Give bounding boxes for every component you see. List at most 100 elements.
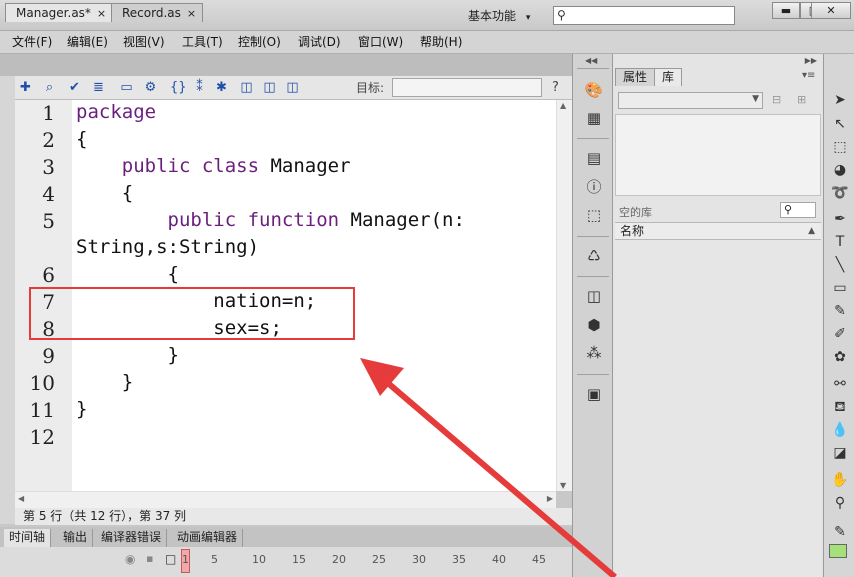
tab-record[interactable]: Record.as ×	[111, 3, 204, 22]
eye-icon[interactable]: ◉	[125, 552, 135, 566]
menu-edit[interactable]: 编辑(E)	[67, 34, 108, 51]
find-icon[interactable]: ⌕	[42, 80, 57, 95]
pin-library-icon[interactable]: ⊟	[772, 93, 781, 106]
paint-bucket-tool-icon[interactable]: ⛾	[830, 397, 850, 417]
menu-debug[interactable]: 调试(D)	[298, 34, 341, 51]
subselection-tool-icon[interactable]: ↖	[830, 114, 850, 134]
brush-tool-icon[interactable]: ✐	[830, 324, 850, 344]
free-transform-tool-icon[interactable]: ⬚	[830, 137, 850, 157]
collapse-between-braces-icon[interactable]: {}	[170, 80, 187, 95]
code-text: Manager(n:	[339, 209, 465, 231]
sort-icon[interactable]: ▲	[808, 223, 815, 240]
menu-window[interactable]: 窗口(W)	[358, 34, 403, 51]
frame-tick: 5	[211, 553, 218, 566]
info-icon[interactable]: ⓘ	[584, 177, 604, 197]
document-tabs	[0, 54, 572, 76]
menu-help[interactable]: 帮助(H)	[420, 34, 462, 51]
apply-block-comment-icon[interactable]: ◫	[239, 80, 254, 95]
lasso-tool-icon[interactable]: ➰	[830, 183, 850, 203]
remove-comment-icon[interactable]: ◫	[285, 80, 300, 95]
workspace-label: 基本功能	[468, 9, 517, 23]
apply-line-comment-icon[interactable]: ◫	[262, 80, 277, 95]
collapse-selection-icon[interactable]: ⁑	[192, 80, 207, 95]
bone-tool-icon[interactable]: ⚯	[830, 374, 850, 394]
3d-rotation-tool-icon[interactable]: ◕	[830, 160, 850, 180]
frame-tick: 45	[532, 553, 546, 566]
code-snippets-icon[interactable]: ♺	[584, 246, 604, 266]
swatches-icon[interactable]: ▦	[584, 108, 604, 128]
add-statement-icon[interactable]: ✚	[18, 80, 33, 95]
zoom-tool-icon[interactable]: ⚲	[830, 493, 850, 513]
search-input[interactable]: ⚲	[553, 6, 735, 25]
menu-view[interactable]: 视图(V)	[123, 34, 165, 51]
color-icon[interactable]: 🎨	[584, 80, 604, 100]
library-document-select[interactable]: ▼	[618, 92, 763, 109]
code-line: String,s:String)	[76, 236, 259, 258]
line-tool-icon[interactable]: ╲	[830, 255, 850, 275]
components-icon[interactable]: ◫	[584, 286, 604, 306]
pen-tool-icon[interactable]: ✒	[830, 209, 850, 229]
menu-control[interactable]: 控制(O)	[238, 34, 281, 51]
eyedropper-tool-icon[interactable]: 💧	[830, 420, 850, 440]
tab-output[interactable]: 输出	[58, 529, 94, 547]
close-tab-icon[interactable]: ×	[97, 7, 106, 20]
component-inspector-icon[interactable]: ⬢	[584, 315, 604, 335]
minimize-button[interactable]: ▬	[772, 2, 800, 19]
pencil-tool-icon[interactable]: ✎	[830, 301, 850, 321]
tab-motion-editor[interactable]: 动画编辑器	[172, 529, 244, 547]
expand-panel-icon[interactable]: ▶▶	[805, 56, 817, 65]
menu-file[interactable]: 文件(F)	[12, 34, 52, 51]
scroll-right-icon[interactable]: ▶	[547, 494, 553, 503]
text-tool-icon[interactable]: T	[830, 232, 850, 252]
hand-tool-icon[interactable]: ✋	[830, 470, 850, 490]
expand-all-icon[interactable]: ✱	[214, 80, 229, 95]
project-icon[interactable]: ▣	[584, 384, 604, 404]
library-item-list[interactable]	[615, 240, 821, 577]
library-search-input[interactable]: ⚲	[780, 202, 816, 218]
collapse-panel-icon[interactable]: ◀◀	[585, 56, 597, 65]
line-number: 1	[42, 101, 55, 125]
code-keyword: public function	[167, 209, 340, 231]
menu-tools[interactable]: 工具(T)	[182, 34, 223, 51]
horizontal-scrollbar[interactable]: ◀ ▶	[15, 491, 556, 508]
close-icon: ✕	[826, 4, 836, 17]
deco-tool-icon[interactable]: ✿	[830, 347, 850, 367]
tab-manager[interactable]: Manager.as* ×	[5, 3, 114, 22]
tab-timeline[interactable]: 时间轴	[4, 529, 52, 547]
highlight-box	[29, 287, 355, 340]
scroll-down-icon[interactable]: ▼	[560, 481, 566, 490]
tab-library[interactable]: 库	[654, 68, 683, 86]
close-tab-icon[interactable]: ×	[187, 7, 196, 20]
workspace-switcher[interactable]: 基本功能 ▾	[460, 6, 542, 26]
panel-menu-icon[interactable]: ▾≡	[802, 70, 815, 81]
tab-properties[interactable]: 属性	[615, 68, 656, 86]
align-icon[interactable]: ▤	[584, 148, 604, 168]
vertical-scrollbar[interactable]: ▲ ▼	[556, 100, 572, 491]
transform-icon[interactable]: ⬚	[584, 205, 604, 225]
timeline[interactable]: ◉ ▪ □ 1 5 10 15 20 25 30 35 40 45	[0, 547, 572, 577]
lock-icon[interactable]: ▪	[146, 552, 153, 565]
column-name-label: 名称	[620, 224, 645, 238]
new-library-panel-icon[interactable]: ⊞	[797, 93, 806, 106]
code-hint-icon[interactable]: ▭	[119, 80, 134, 95]
code-text: {	[76, 182, 134, 204]
auto-format-icon[interactable]: ≣	[91, 80, 106, 95]
library-column-header[interactable]: 名称 ▲	[615, 222, 821, 240]
scroll-left-icon[interactable]: ◀	[18, 494, 24, 503]
motion-presets-icon[interactable]: ⁂	[584, 343, 604, 363]
selection-tool-icon[interactable]: ➤	[830, 90, 850, 110]
check-syntax-icon[interactable]: ✔	[67, 80, 82, 95]
help-button[interactable]: ?	[548, 80, 563, 95]
debug-options-icon[interactable]: ⚙	[143, 80, 158, 95]
eraser-tool-icon[interactable]: ◪	[830, 443, 850, 463]
left-collapse-strip[interactable]	[0, 76, 15, 524]
close-button[interactable]: ✕	[811, 2, 851, 19]
outline-icon[interactable]: □	[165, 552, 176, 566]
rectangle-tool-icon[interactable]: ▭	[830, 278, 850, 298]
scroll-up-icon[interactable]: ▲	[560, 101, 566, 110]
tab-compiler-errors[interactable]: 编译器错误	[96, 529, 168, 547]
status-bar: 第 5 行（共 12 行），第 37 列	[15, 508, 572, 525]
target-select[interactable]	[392, 78, 542, 97]
fill-color-swatch[interactable]	[829, 544, 847, 558]
stroke-color-icon[interactable]: ✎	[830, 522, 850, 542]
